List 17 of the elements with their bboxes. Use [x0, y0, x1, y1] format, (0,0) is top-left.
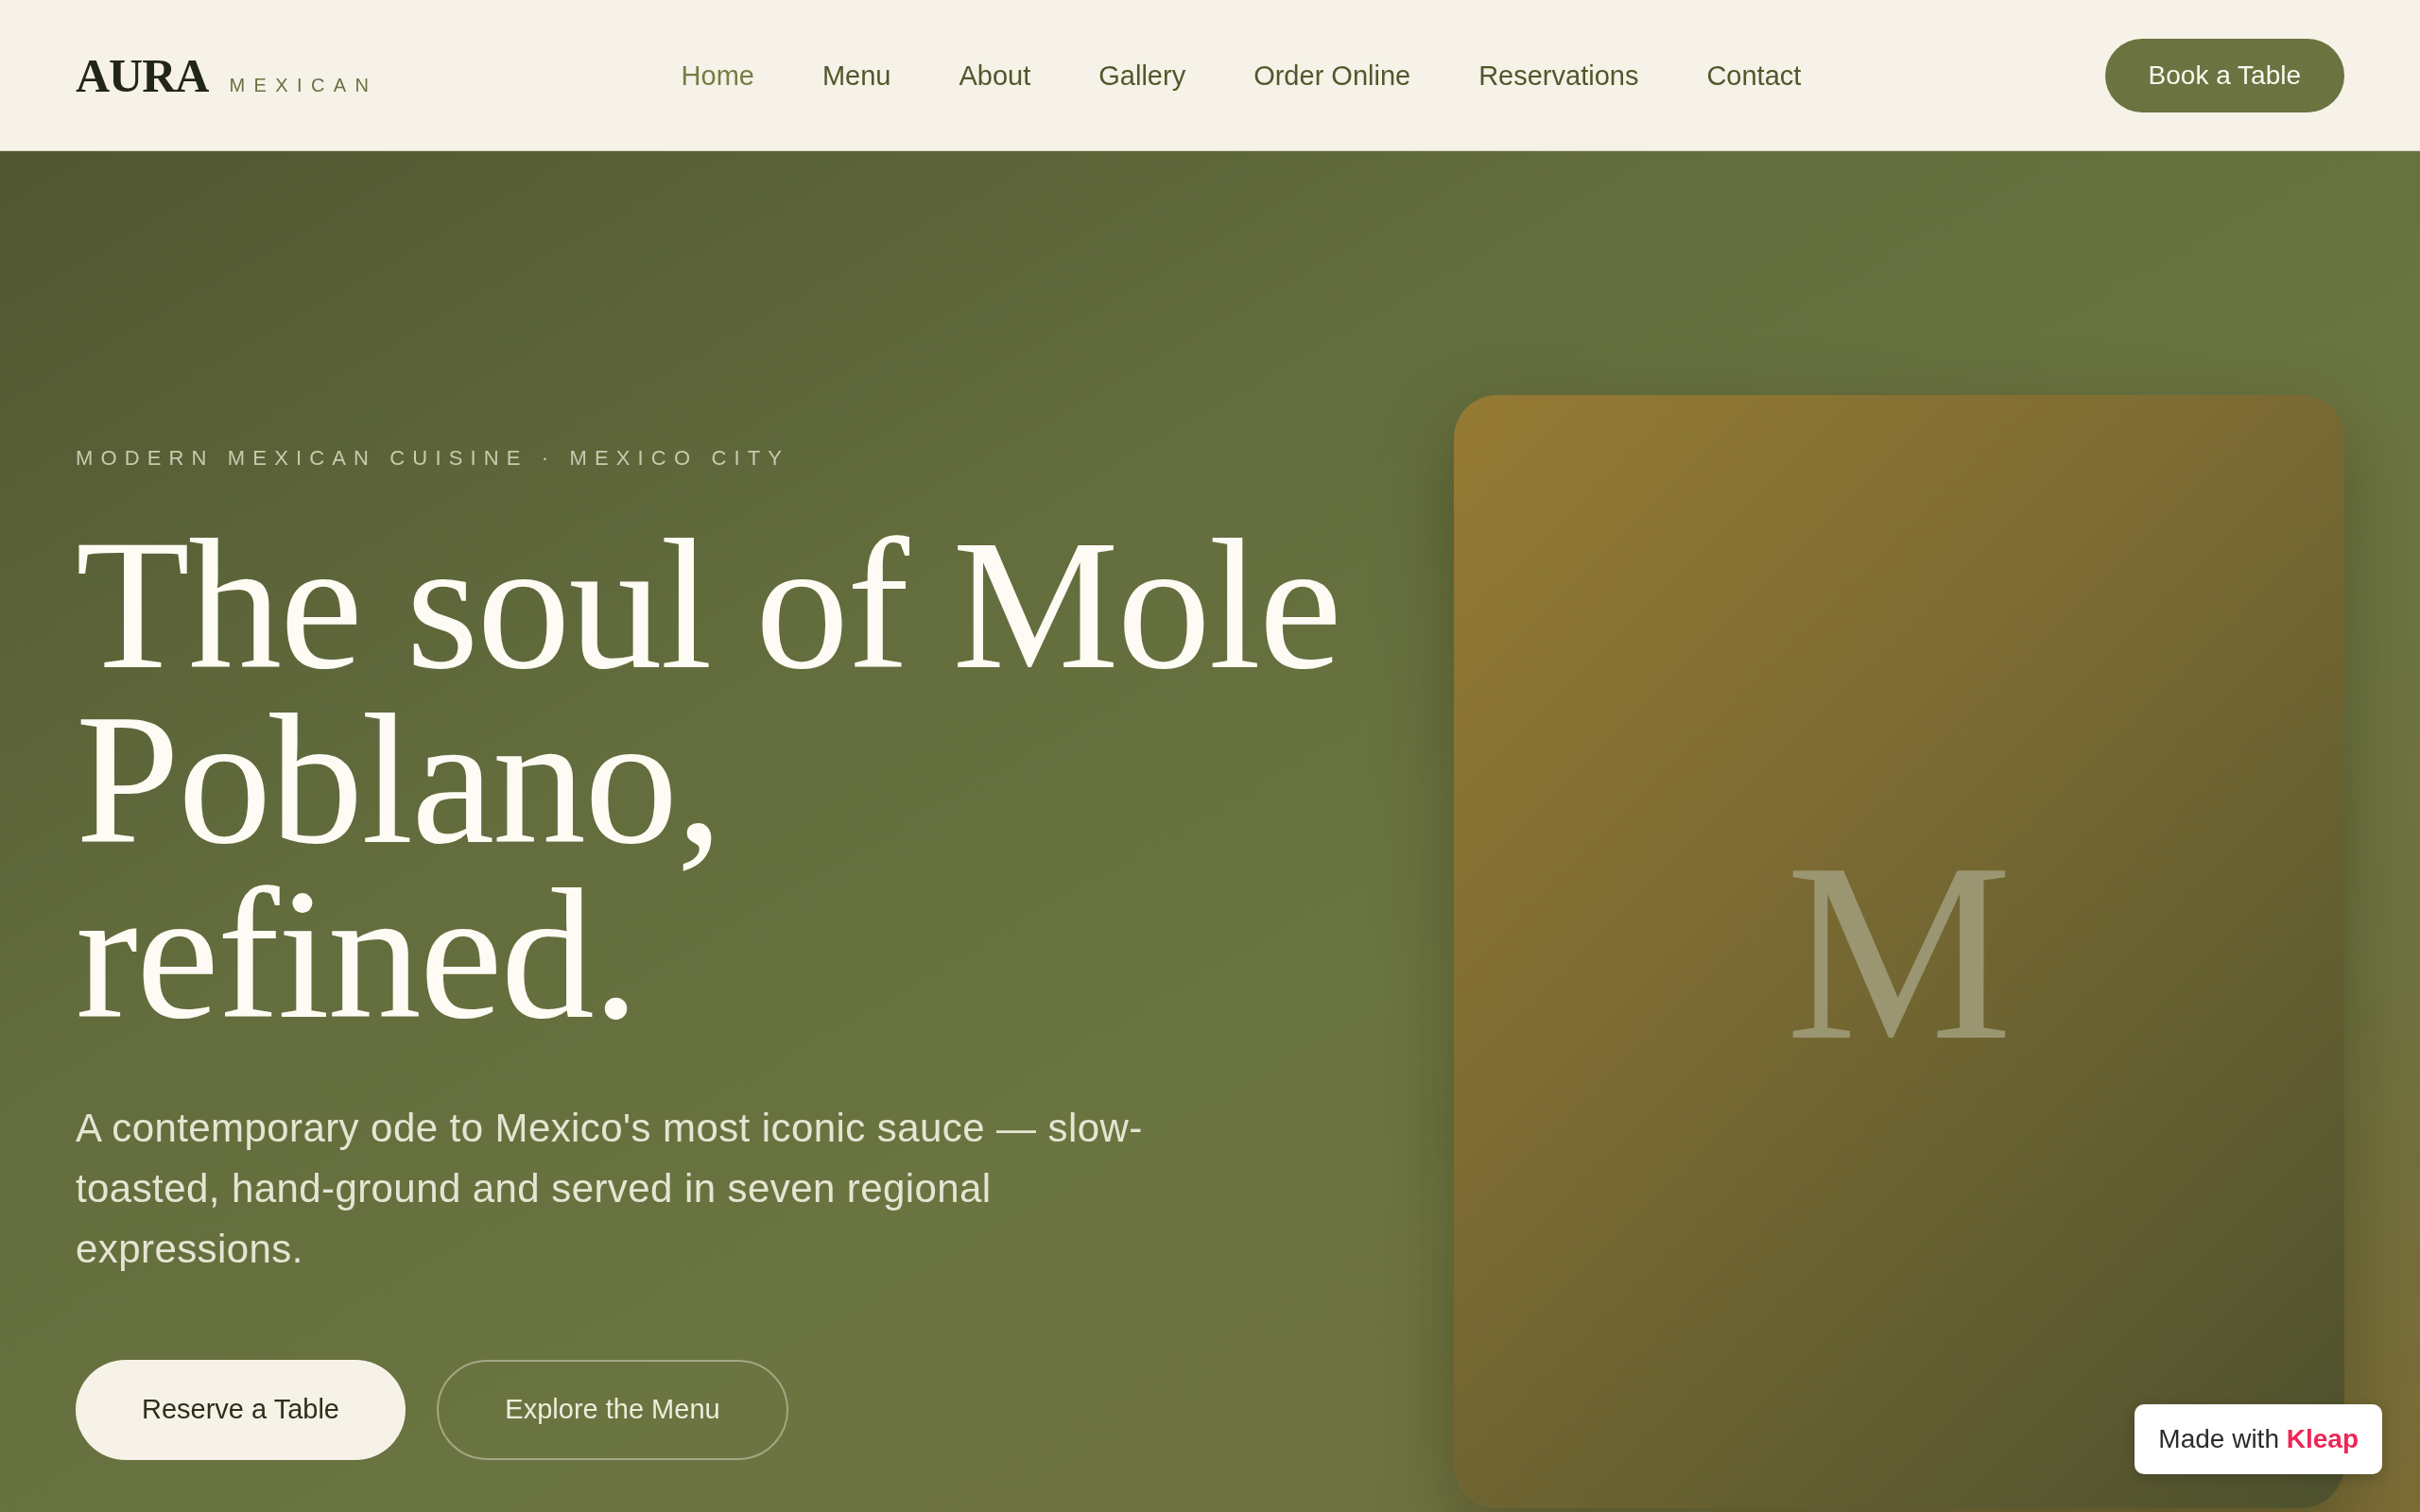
hero-headline: The soul of Mole Poblano, refined. [76, 517, 1340, 1041]
nav-link[interactable]: Reservations [1478, 58, 1639, 93]
logo-tagline: MEXICAN [229, 75, 378, 94]
nav-link[interactable]: About [959, 58, 1031, 93]
eyebrow-text: MODERN MEXICAN CUISINE · MEXICO CITY [76, 446, 790, 471]
nav-link[interactable]: Order Online [1253, 58, 1411, 93]
hero-description: A contemporary ode to Mexico's most iconic sauce — slow-toasted, hand-ground and served in seven regional expressions. [76, 1105, 1144, 1273]
nav-link[interactable]: Contact [1706, 58, 1802, 93]
logo-wordmark: AURA [76, 51, 209, 99]
menu-button[interactable]: Explore the Menu [437, 1360, 788, 1460]
reserve-button[interactable]: Reserve a Table [76, 1360, 406, 1460]
nav-link[interactable]: Menu [821, 58, 891, 93]
book-table-button[interactable]: Book a Table [2104, 38, 2344, 112]
nav-link[interactable]: Home [681, 58, 754, 93]
nav-link[interactable]: Gallery [1098, 58, 1186, 93]
monogram-letter: M [1785, 824, 2014, 1079]
made-with-badge[interactable]: Made with Kleap [2135, 1404, 2382, 1474]
